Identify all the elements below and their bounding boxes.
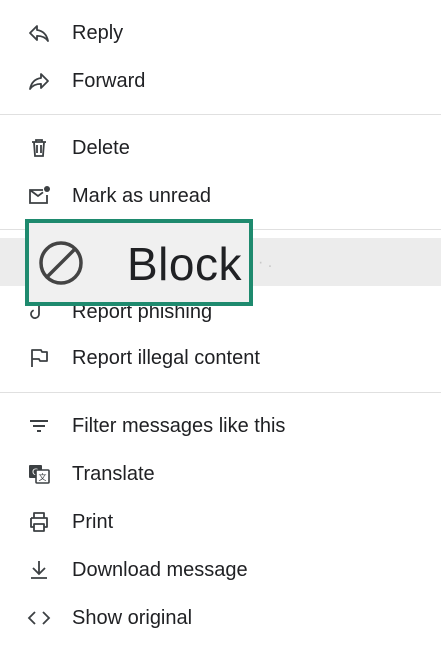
mark-unread-icon	[26, 183, 52, 209]
block-label: Block	[127, 238, 242, 290]
filter-icon	[26, 413, 52, 439]
download-icon	[26, 557, 52, 583]
print-icon	[26, 509, 52, 535]
menu-item-mark-unread[interactable]: Mark as unread	[0, 174, 441, 218]
code-icon	[26, 605, 52, 631]
block-icon	[36, 238, 86, 288]
menu-item-report-illegal[interactable]: Report illegal content	[0, 336, 441, 380]
divider	[0, 392, 441, 393]
menu-item-label: Print	[72, 510, 114, 533]
divider	[0, 114, 441, 115]
forward-icon	[26, 68, 52, 94]
menu-item-label: Translate	[72, 462, 155, 485]
menu-item-label: Download message	[72, 558, 248, 581]
menu-item-show-original[interactable]: Show original	[0, 596, 441, 640]
menu-item-label: Report illegal content	[72, 346, 260, 369]
hidden-label-fragment: · .	[258, 254, 273, 271]
trash-icon	[26, 135, 52, 161]
menu-item-download[interactable]: Download message	[0, 548, 441, 592]
menu-item-label: Forward	[72, 69, 146, 92]
menu-item-label: Delete	[72, 136, 130, 159]
menu-item-delete[interactable]: Delete	[0, 126, 441, 170]
flag-icon	[26, 345, 52, 371]
menu-item-reply[interactable]: Reply	[0, 11, 441, 55]
message-actions-menu: Reply Forward Delete Mark as unread · . …	[0, 0, 441, 647]
reply-icon	[26, 20, 52, 46]
menu-item-label: Show original	[72, 606, 193, 629]
menu-item-print[interactable]: Print	[0, 500, 441, 544]
translate-icon: G文	[26, 461, 52, 487]
svg-text:文: 文	[39, 472, 47, 482]
menu-item-forward[interactable]: Forward	[0, 59, 441, 103]
menu-item-label: Reply	[72, 21, 124, 44]
menu-item-label: Filter messages like this	[72, 414, 286, 437]
menu-item-filter[interactable]: Filter messages like this	[0, 404, 441, 448]
menu-item-translate[interactable]: G文 Translate	[0, 452, 441, 496]
block-zoom-callout[interactable]: Block	[25, 219, 253, 306]
menu-item-label: Mark as unread	[72, 184, 211, 207]
